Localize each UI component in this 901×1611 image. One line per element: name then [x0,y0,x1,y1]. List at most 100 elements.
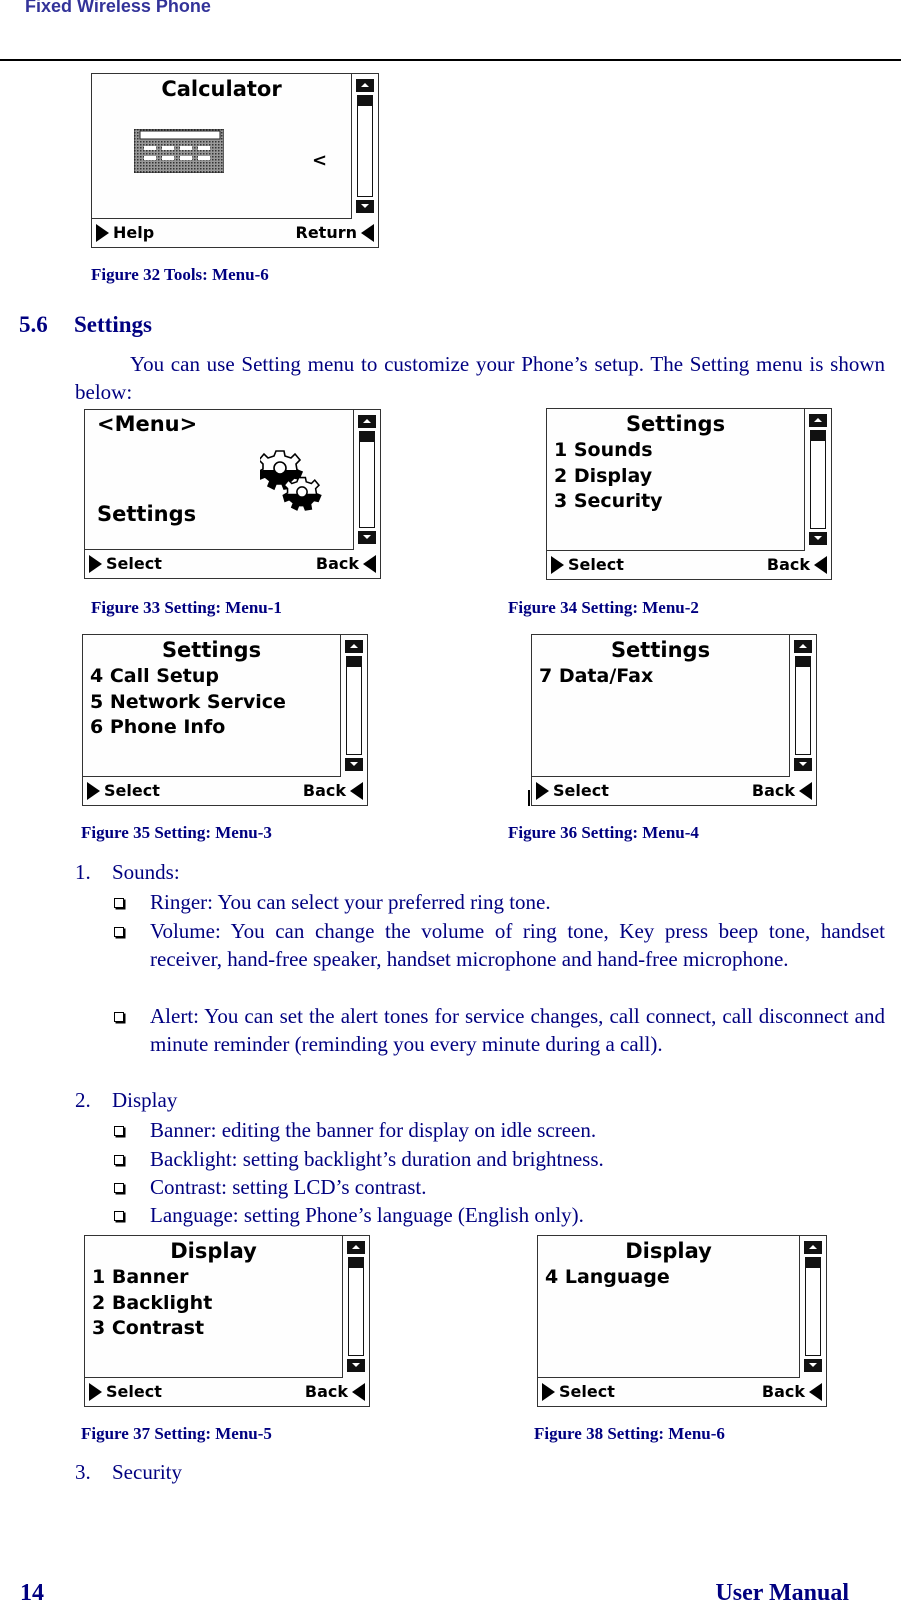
figure-36-caption: Figure 36 Setting: Menu-4 [508,823,699,842]
scroll-down-arrow-icon [358,531,376,544]
figure-37-caption: Figure 37 Setting: Menu-5 [81,1424,272,1443]
figure-37-lcd-screen: Display 1 Banner 2 Backlight 3 Contrast … [84,1235,370,1407]
list-number: 2. [75,1088,91,1112]
list-label: Display [112,1088,178,1112]
scroll-down-arrow-icon [356,200,374,213]
scroll-track [805,1257,821,1356]
menu-item: 1 Sounds [554,439,653,461]
bullet-item: Banner: editing the banner for display o… [112,1116,885,1144]
figure-32-lcd-screen: Calculator < Help Return [91,73,379,248]
scrollbar [804,1241,822,1372]
lcd-display-area: Display 4 Language [538,1236,800,1378]
scroll-up-arrow-icon [345,640,363,653]
softkey-left: Select [551,555,624,574]
bullet-item: Backlight: setting backlight’s duration … [112,1145,885,1173]
section-intro-paragraph: You can use Setting menu to customize yo… [75,350,885,406]
softkey-right-label: Return [295,223,358,242]
scrollbar [356,79,374,213]
list-number: 1. [75,860,91,884]
figure-34-caption: Figure 34 Setting: Menu-2 [508,598,699,617]
lcd-title: Settings [161,638,262,662]
scroll-up-arrow-icon [347,1241,365,1254]
softkey-right: Back [762,1382,822,1401]
softkey-left-label: Select [559,1382,615,1401]
scroll-thumb [347,657,361,667]
bullet-item: Volume: You can change the volume of rin… [112,917,885,973]
softkey-bar: Select Back [538,1379,826,1406]
softkey-bar: Select Back [83,778,367,805]
triangle-left-icon [350,781,363,800]
scroll-up-arrow-icon [794,640,812,653]
checkbox-bullet-icon [114,1126,124,1136]
bullet-item: Language: setting Phone’s language (Engl… [112,1201,885,1229]
triangle-left-icon [814,555,827,574]
softkey-bar: Select Back [532,778,816,805]
lcd-menu-label: <Menu> [97,412,198,436]
scrollbar [347,1241,365,1372]
figure-38-caption: Figure 38 Setting: Menu-6 [534,1424,725,1443]
selection-cursor: < [312,150,328,171]
footer-title: User Manual [715,1580,849,1606]
lcd-display-area: Display 1 Banner 2 Backlight 3 Contrast [85,1236,343,1378]
softkey-right-label: Back [766,555,810,574]
bullet-text: Alert: You can set the alert tones for s… [150,1004,885,1056]
bullet-text: Language: setting Phone’s language (Engl… [150,1203,584,1227]
triangle-left-icon [352,1382,365,1401]
triangle-right-icon [89,554,102,573]
scroll-track [357,95,373,197]
scroll-down-arrow-icon [809,532,827,545]
softkey-right-label: Back [761,1382,805,1401]
scroll-up-arrow-icon [358,415,376,428]
bullet-item: Alert: You can set the alert tones for s… [112,1002,885,1058]
gears-icon [260,450,322,511]
softkey-right: Back [752,781,812,800]
menu-item: 1 Banner [92,1266,189,1288]
figure-38-lcd-screen: Display 4 Language Select Back [537,1235,827,1407]
checkbox-bullet-icon [114,1155,124,1165]
softkey-bar: Select Back [547,552,831,579]
menu-item: 5 Network Service [90,691,286,713]
scrollbar [358,415,376,544]
scroll-track [795,656,811,755]
menu-item: 3 Contrast [92,1317,205,1339]
softkey-right-label: Back [315,554,359,573]
softkey-bar: Select Back [85,1379,369,1406]
triangle-right-icon [536,781,549,800]
list-label: Security [112,1460,182,1484]
triangle-left-icon [809,1382,822,1401]
triangle-right-icon [542,1382,555,1401]
checkbox-bullet-icon [114,1012,124,1022]
softkey-bar: Help Return [92,220,378,247]
lcd-settings-label: Settings [97,502,197,526]
scrollbar [794,640,812,771]
checkbox-bullet-icon [114,898,124,908]
lcd-display-area: Settings 7 Data/Fax [532,635,790,777]
scroll-down-arrow-icon [345,758,363,771]
lcd-display-area: <Menu> Settings [85,410,354,550]
scroll-up-arrow-icon [356,79,374,92]
menu-item: 4 Call Setup [90,665,220,687]
softkey-right: Back [305,1382,365,1401]
lcd-title: Calculator [161,77,282,101]
triangle-right-icon [551,555,564,574]
checkbox-bullet-icon [114,1211,124,1221]
softkey-left: Select [89,1382,162,1401]
section-title: Settings [74,312,152,337]
checkbox-bullet-icon [114,1183,124,1193]
menu-item: 2 Backlight [92,1292,213,1314]
scroll-down-arrow-icon [794,758,812,771]
scroll-track [810,430,826,529]
list-item-display: 2. Display [75,1088,177,1113]
softkey-right-label: Back [751,781,795,800]
softkey-left: Select [89,554,162,573]
scroll-track [348,1257,364,1356]
softkey-right: Back [303,781,363,800]
list-label: Sounds: [112,860,180,884]
list-number: 3. [75,1460,91,1484]
section-number: 5.6 [19,312,48,337]
menu-item: 3 Security [554,490,663,512]
scroll-thumb [806,1258,820,1268]
lcd-display-area: Settings 4 Call Setup 5 Network Service … [83,635,341,777]
softkey-left-label: Select [106,554,162,573]
scroll-thumb [796,657,810,667]
